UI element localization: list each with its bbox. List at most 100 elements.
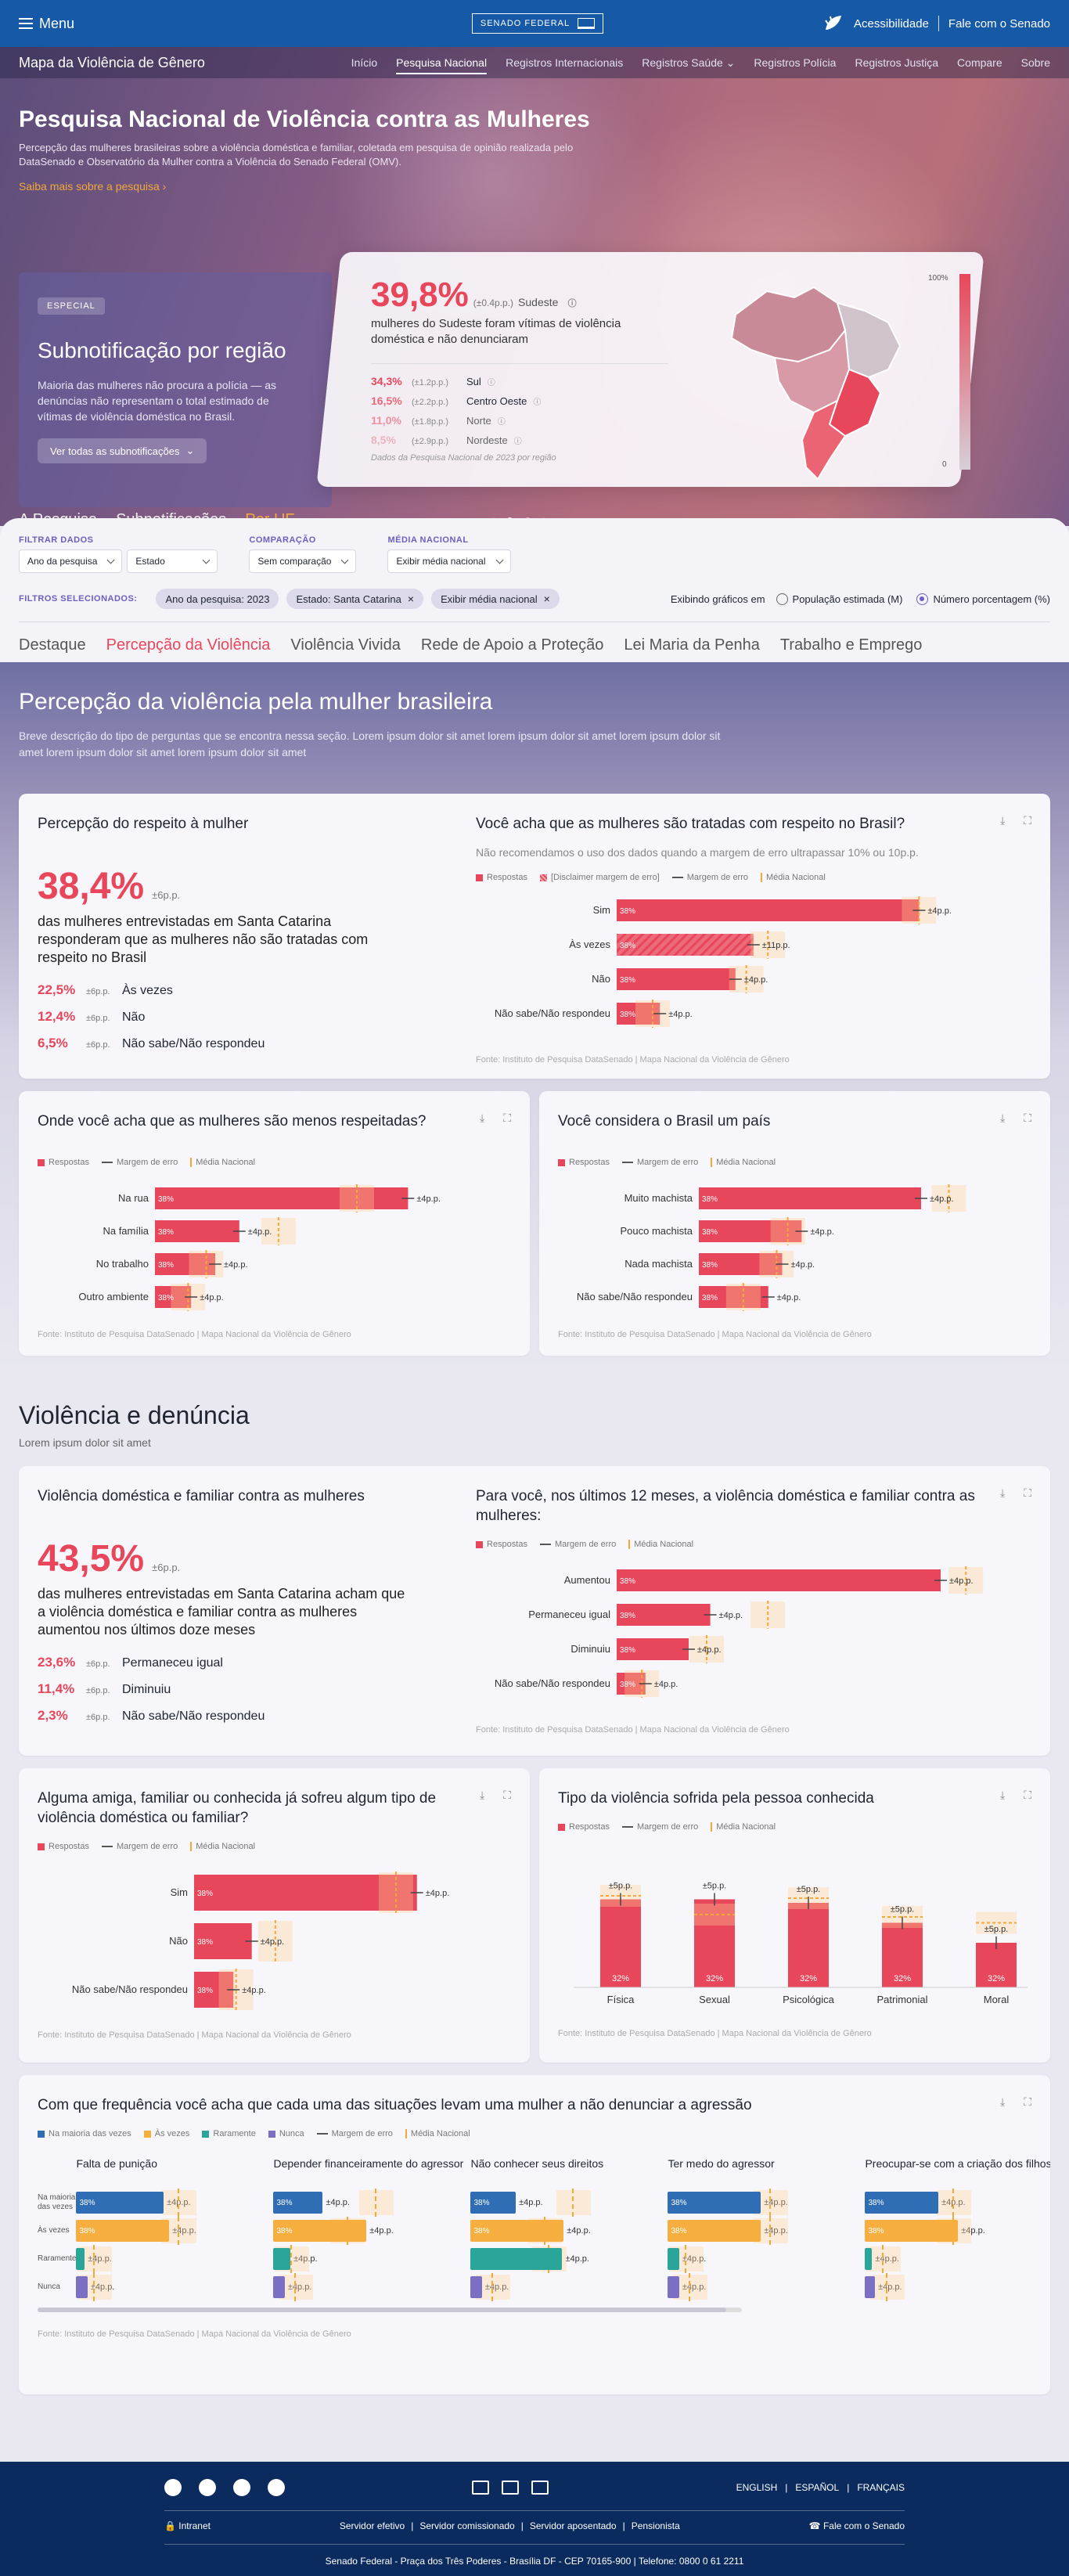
close-icon[interactable]: × bbox=[408, 593, 414, 605]
all-underreporting-button[interactable]: Ver todas as subnotificações ⌄ bbox=[38, 438, 207, 463]
bar[interactable]: 38% bbox=[470, 2220, 564, 2243]
expand-icon[interactable]: ⛶ bbox=[503, 1789, 511, 1802]
bar[interactable] bbox=[865, 2276, 876, 2299]
display-radio[interactable]: População estimada (M) bbox=[776, 593, 902, 605]
more-about-link[interactable]: Saiba mais sobre a pesquisa › bbox=[19, 180, 166, 193]
section-tab[interactable]: Lei Maria da Penha bbox=[624, 636, 759, 654]
instagram-icon[interactable] bbox=[233, 2479, 250, 2496]
radio-icon[interactable] bbox=[502, 2481, 520, 2495]
bar[interactable] bbox=[470, 2276, 482, 2299]
display-label: Exibindo gráficos em bbox=[670, 593, 765, 605]
accessibility-link[interactable]: Acessibilidade bbox=[854, 17, 929, 31]
bar[interactable]: 38% bbox=[76, 2192, 164, 2214]
download-icon[interactable]: ⤓ bbox=[1000, 1486, 1005, 1500]
contact-link[interactable]: Fale com o Senado bbox=[948, 17, 1050, 31]
bar[interactable] bbox=[617, 899, 920, 922]
lang-english[interactable]: ENGLISH bbox=[736, 2482, 778, 2493]
expand-icon[interactable]: ⛶ bbox=[1024, 2095, 1031, 2109]
download-icon[interactable]: ⤓ bbox=[480, 1789, 484, 1802]
section-tab[interactable]: Rede de Apoio a Proteção bbox=[421, 636, 604, 654]
info-icon[interactable]: ⓘ bbox=[568, 299, 577, 308]
lang-french[interactable]: FRANÇAIS bbox=[857, 2482, 905, 2493]
bar[interactable]: 38% bbox=[668, 2192, 761, 2214]
filter-select[interactable]: Exibir média nacional bbox=[387, 549, 511, 573]
link-active[interactable]: Servidor efetivo bbox=[340, 2520, 405, 2531]
expand-icon[interactable]: ⛶ bbox=[1024, 814, 1031, 827]
filter-chip[interactable]: Estado: Santa Catarina × bbox=[286, 589, 424, 609]
site-brand[interactable]: Mapa da Violência de Gênero bbox=[19, 55, 205, 71]
facebook-icon[interactable] bbox=[164, 2479, 182, 2496]
nav-item[interactable]: Registros Justiça bbox=[855, 49, 938, 77]
nav-item[interactable]: Sobre bbox=[1021, 49, 1050, 77]
link-retired[interactable]: Servidor aposentado bbox=[530, 2520, 617, 2531]
section-tab[interactable]: Violência Vivida bbox=[290, 636, 400, 654]
link-commissioned[interactable]: Servidor comissionado bbox=[419, 2520, 514, 2531]
nav-item[interactable]: Pesquisa Nacional bbox=[396, 49, 487, 77]
bar[interactable] bbox=[76, 2248, 85, 2271]
bar[interactable] bbox=[865, 2248, 873, 2271]
chart-actions: ⤓ ⛶ bbox=[480, 1111, 511, 1125]
bar[interactable] bbox=[668, 2276, 679, 2299]
bar[interactable]: 38% bbox=[273, 2192, 323, 2214]
bar[interactable]: 38% bbox=[865, 2192, 939, 2214]
filter-select[interactable]: Estado bbox=[127, 549, 218, 573]
filter-select[interactable]: Sem comparação bbox=[249, 549, 357, 573]
expand-icon[interactable]: ⛶ bbox=[503, 1111, 511, 1125]
brazil-map[interactable] bbox=[720, 276, 908, 495]
nav-item[interactable]: Registros Saúde ⌄ bbox=[642, 49, 735, 77]
download-icon[interactable]: ⤓ bbox=[1000, 814, 1005, 827]
bar[interactable]: 38% bbox=[470, 2192, 517, 2214]
menu-button[interactable]: Menu bbox=[19, 16, 74, 32]
section-tab[interactable]: Destaque bbox=[19, 636, 86, 654]
horizontal-scrollbar[interactable] bbox=[38, 2308, 742, 2313]
bar[interactable] bbox=[76, 2276, 88, 2299]
section-tab[interactable]: Trabalho e Emprego bbox=[780, 636, 923, 654]
link-pensioner[interactable]: Pensionista bbox=[632, 2520, 680, 2531]
download-icon[interactable]: ⤓ bbox=[1000, 2095, 1005, 2109]
expand-icon[interactable]: ⛶ bbox=[1024, 1486, 1031, 1500]
filter-chip[interactable]: Ano da pesquisa: 2023 bbox=[156, 589, 279, 609]
section-tab[interactable]: Percepção da Violência bbox=[106, 636, 271, 654]
display-radio[interactable]: Número porcentagem (%) bbox=[916, 593, 1050, 605]
bar[interactable] bbox=[273, 2276, 285, 2299]
download-icon[interactable]: ⤓ bbox=[480, 1111, 484, 1125]
info-icon[interactable]: ⓘ bbox=[488, 376, 495, 387]
expand-icon[interactable]: ⛶ bbox=[1024, 1789, 1031, 1802]
bar[interactable]: 38% bbox=[273, 2220, 367, 2243]
bar[interactable] bbox=[470, 2248, 563, 2271]
twitter-icon[interactable] bbox=[199, 2479, 216, 2496]
filter-select[interactable]: Ano da pesquisa bbox=[19, 549, 123, 573]
nav-item[interactable]: Início bbox=[351, 49, 377, 77]
legend-swatch bbox=[190, 1158, 193, 1168]
download-icon[interactable]: ⤓ bbox=[1000, 1789, 1005, 1802]
bar[interactable] bbox=[273, 2248, 291, 2271]
bar[interactable]: 38% bbox=[668, 2220, 761, 2243]
filter-chip[interactable]: Exibir média nacional × bbox=[431, 589, 560, 609]
youtube-icon[interactable] bbox=[268, 2479, 285, 2496]
nav-item[interactable]: Registros Internacionais bbox=[506, 49, 623, 77]
lang-spanish[interactable]: ESPAÑOL bbox=[795, 2482, 839, 2493]
info-icon[interactable]: ⓘ bbox=[498, 415, 506, 427]
info-icon[interactable]: ⓘ bbox=[514, 434, 522, 446]
legend-label: Margem de erro bbox=[636, 1822, 699, 1832]
bar[interactable] bbox=[617, 1569, 941, 1592]
nav-item[interactable]: Registros Polícia bbox=[754, 49, 836, 77]
close-icon[interactable]: × bbox=[544, 593, 550, 605]
footer-contact-link[interactable]: ☎ Fale com o Senado bbox=[809, 2520, 905, 2531]
agency-icon[interactable] bbox=[531, 2481, 549, 2495]
tv-icon[interactable] bbox=[472, 2481, 490, 2495]
bar[interactable] bbox=[617, 934, 754, 957]
bar[interactable]: 38% bbox=[865, 2220, 959, 2243]
download-icon[interactable]: ⤓ bbox=[1000, 1111, 1005, 1125]
expand-icon[interactable]: ⛶ bbox=[1024, 1111, 1031, 1125]
intranet-link[interactable]: 🔒 Intranet bbox=[164, 2520, 211, 2531]
info-icon[interactable]: ⓘ bbox=[533, 395, 541, 407]
scrollbar-thumb[interactable] bbox=[38, 2308, 726, 2313]
bar[interactable] bbox=[699, 1187, 921, 1210]
bar[interactable] bbox=[668, 2248, 679, 2271]
nav-item[interactable]: Compare bbox=[957, 49, 1002, 77]
frequency-row: ±4p.p. bbox=[668, 2245, 865, 2274]
senado-logo[interactable]: SENADO FEDERAL bbox=[472, 13, 603, 34]
chart-source: Fonte: Instituto de Pesquisa DataSenado … bbox=[476, 1725, 790, 1735]
bar[interactable]: 38% bbox=[76, 2220, 170, 2243]
